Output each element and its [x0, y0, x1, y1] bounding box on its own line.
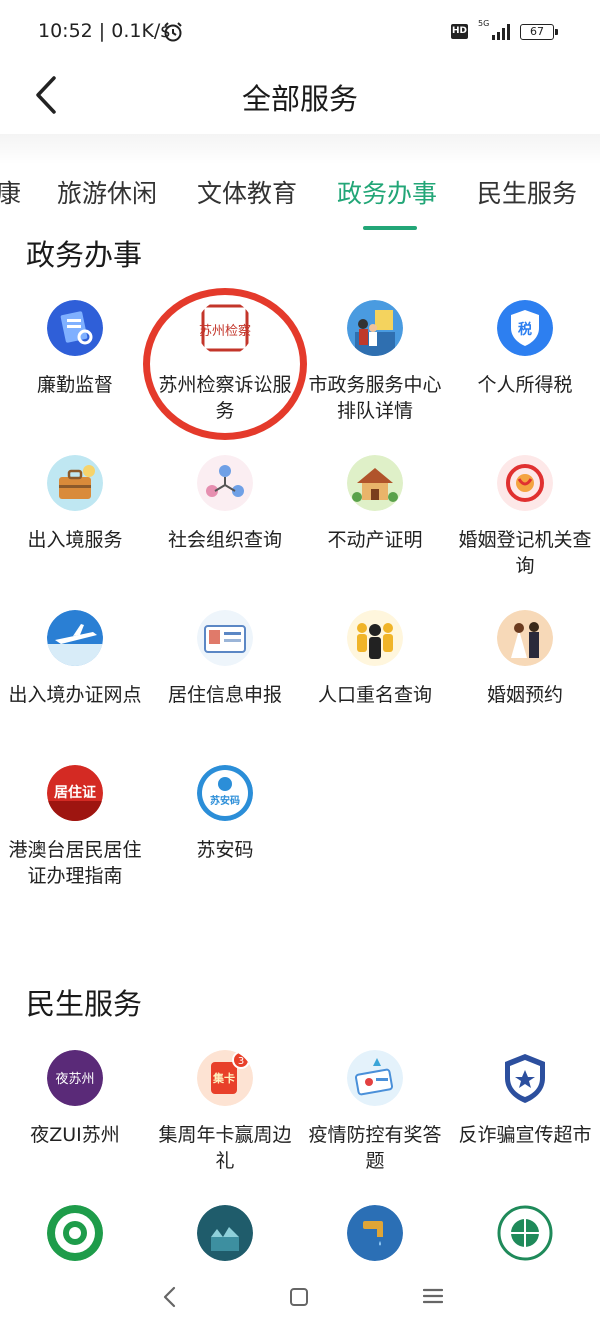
service-label: 疫情防控有奖答题 — [308, 1124, 442, 1172]
tax-shield-icon: 税 — [497, 300, 553, 356]
service-queue-details[interactable]: 市政务服务中心排队详情 — [300, 300, 450, 424]
service-item-partial[interactable] — [150, 1205, 300, 1261]
service-real-estate[interactable]: 不动产证明 — [300, 455, 450, 553]
service-duplicate-name[interactable]: 人口重名查询 — [300, 610, 450, 708]
service-anti-fraud[interactable]: 反诈骗宣传超市 — [450, 1050, 600, 1148]
city-scan-icon — [197, 1205, 253, 1261]
service-item-partial[interactable] — [0, 1205, 150, 1261]
green-emblem-icon — [47, 1205, 103, 1261]
service-label: 出入境办证网点 — [8, 684, 142, 706]
nav-back-icon[interactable] — [160, 1286, 180, 1308]
tab-travel-leisure[interactable]: 旅游休闲 — [57, 174, 157, 210]
suitcase-icon — [47, 455, 103, 511]
battery-level: 67 — [530, 25, 544, 38]
service-marriage-appointment[interactable]: 婚姻预约 — [450, 610, 600, 708]
header: 全部服务 — [0, 62, 600, 134]
service-label: 反诈骗宣传超市 — [458, 1124, 592, 1146]
status-bar: 10:52 | 0.1K/s HD 5G 67 — [0, 0, 600, 62]
service-social-organization[interactable]: 社会组织查询 — [150, 455, 300, 553]
integrity-supervision-icon — [47, 300, 103, 356]
service-label: 出入境服务 — [27, 529, 123, 551]
service-hmt-residence-permit[interactable]: 居住证 港澳台居民居住证办理指南 — [0, 765, 150, 889]
page-title: 全部服务 — [241, 82, 358, 116]
service-exit-entry-offices[interactable]: 出入境办证网点 — [0, 610, 150, 708]
highlight-circle — [143, 288, 307, 440]
service-collect-card[interactable]: 集卡 3 集周年卡赢周边礼 — [150, 1050, 300, 1174]
service-label: 港澳台居民居住证办理指南 — [8, 839, 142, 887]
service-label: 苏安码 — [196, 839, 254, 861]
service-item-partial[interactable] — [450, 1205, 600, 1261]
hd-badge: HD — [451, 24, 468, 39]
service-marriage-registry[interactable]: 婚姻登记机关查询 — [450, 455, 600, 579]
service-income-tax[interactable]: 税 个人所得税 — [450, 300, 600, 398]
status-time-speed: 10:52 | 0.1K/s — [38, 20, 171, 42]
night-suzhou-icon: 夜苏州 — [47, 1050, 103, 1106]
service-integrity-supervision[interactable]: 廉勤监督 — [0, 300, 150, 398]
section-title-government: 政务办事 — [26, 238, 143, 272]
service-label: 市政务服务中心排队详情 — [308, 374, 442, 422]
service-label: 婚姻预约 — [486, 684, 563, 706]
residence-card-icon — [197, 610, 253, 666]
service-label: 个人所得税 — [477, 374, 573, 396]
su-an-code-text: 苏安码 — [210, 794, 240, 807]
organization-icon — [197, 455, 253, 511]
nav-menu-icon[interactable] — [423, 1288, 443, 1304]
alarm-clock-icon — [164, 22, 182, 42]
service-label: 集周年卡赢周边礼 — [158, 1124, 292, 1172]
service-night-suzhou[interactable]: 夜苏州 夜ZUI苏州 — [0, 1050, 150, 1148]
service-label: 廉勤监督 — [36, 374, 113, 396]
residence-permit-icon: 居住证 — [47, 765, 103, 821]
marriage-registry-icon — [497, 455, 553, 511]
service-su-an-code[interactable]: 苏安码 苏安码 — [150, 765, 300, 863]
service-label: 居住信息申报 — [167, 684, 282, 706]
section-title-livelihood: 民生服务 — [26, 987, 143, 1021]
tab-culture-education[interactable]: 文体教育 — [197, 174, 297, 210]
category-tabs: 康 旅游休闲 文体教育 政务办事 民生服务 — [0, 160, 600, 232]
system-nav-bar — [0, 1262, 600, 1333]
house-icon — [347, 455, 403, 511]
tab-livelihood-services[interactable]: 民生服务 — [477, 174, 577, 210]
service-residence-info[interactable]: 居住信息申报 — [150, 610, 300, 708]
residence-permit-text: 居住证 — [54, 784, 96, 801]
anti-fraud-badge-icon — [505, 1054, 545, 1103]
active-tab-indicator — [363, 226, 417, 230]
people-icon — [347, 610, 403, 666]
tab-health[interactable]: 康 — [0, 174, 21, 210]
battery-icon: 67 — [520, 24, 558, 40]
service-label: 不动产证明 — [327, 529, 423, 551]
night-suzhou-text: 夜苏州 — [55, 1071, 94, 1087]
wedding-couple-icon — [497, 610, 553, 666]
globe-emblem-icon — [497, 1205, 553, 1261]
water-tap-icon — [347, 1205, 403, 1261]
service-exit-entry[interactable]: 出入境服务 — [0, 455, 150, 553]
tab-government-affairs[interactable]: 政务办事 — [337, 174, 437, 210]
service-label: 夜ZUI苏州 — [30, 1124, 120, 1146]
service-epidemic-quiz[interactable]: 疫情防控有奖答题 — [300, 1050, 450, 1174]
epidemic-quiz-icon — [347, 1050, 403, 1106]
signal-icon — [492, 24, 510, 40]
service-item-partial[interactable] — [300, 1205, 450, 1261]
service-label: 社会组织查询 — [167, 529, 282, 551]
su-an-code-icon: 苏安码 — [197, 765, 253, 821]
service-label: 人口重名查询 — [317, 684, 432, 706]
collect-card-icon: 集卡 3 — [197, 1050, 253, 1106]
airplane-icon — [47, 610, 103, 666]
nav-home-icon[interactable] — [290, 1288, 308, 1306]
tax-text: 税 — [518, 321, 532, 338]
collect-card-count: 3 — [238, 1056, 244, 1067]
queue-details-icon — [347, 300, 403, 356]
collect-card-text: 集卡 — [212, 1071, 235, 1085]
service-label: 婚姻登记机关查询 — [458, 529, 592, 577]
